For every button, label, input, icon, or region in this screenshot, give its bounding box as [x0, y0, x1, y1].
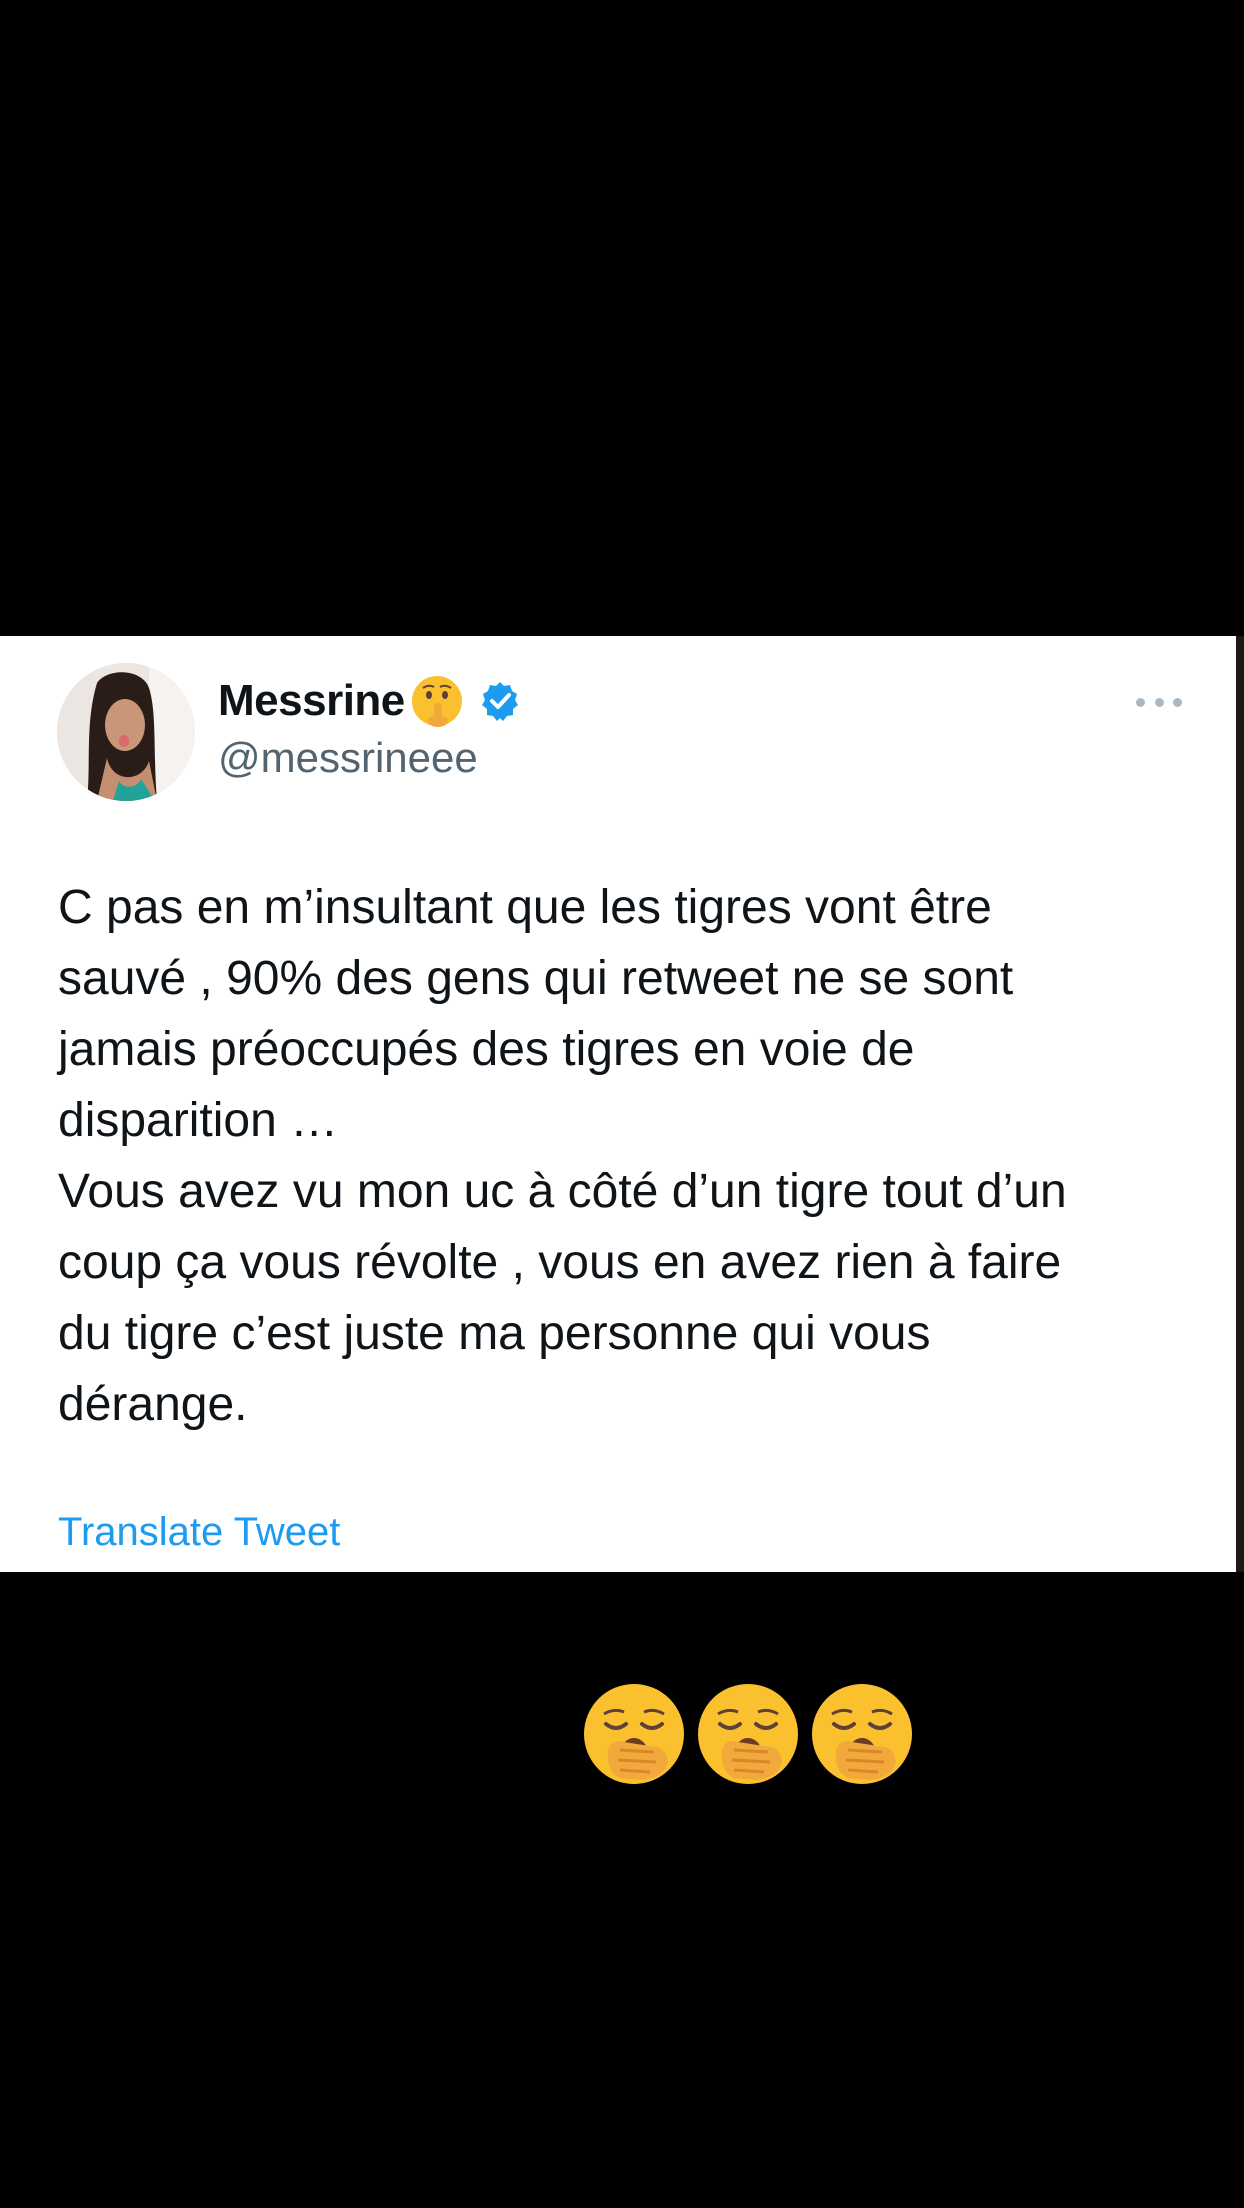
caption-emojis — [580, 1680, 916, 1788]
yawning-face-icon — [584, 1684, 684, 1784]
profile-photo-icon — [57, 663, 195, 801]
shushing-face-icon — [411, 676, 462, 727]
card-edge — [1236, 636, 1244, 1572]
avatar[interactable] — [57, 663, 195, 801]
author-row: Messrine — [218, 672, 521, 730]
translate-tweet-link[interactable]: Translate Tweet — [58, 1510, 340, 1555]
display-name[interactable]: Messrine — [218, 676, 405, 726]
yawning-face-icon — [812, 1684, 912, 1784]
verified-badge-icon — [481, 682, 518, 721]
screenshot-page: Messrine @messrineee C pas en m’insultan… — [0, 0, 1244, 2208]
dot — [1136, 697, 1145, 707]
dot — [1154, 697, 1164, 707]
tweet-text: C pas en m’insultant que les tigres vont… — [58, 881, 1067, 1431]
more-horizontal-icon[interactable] — [1136, 690, 1182, 714]
yawning-face-icon — [698, 1684, 798, 1784]
dot — [1173, 697, 1182, 707]
author-handle[interactable]: @messrineee — [218, 734, 478, 782]
